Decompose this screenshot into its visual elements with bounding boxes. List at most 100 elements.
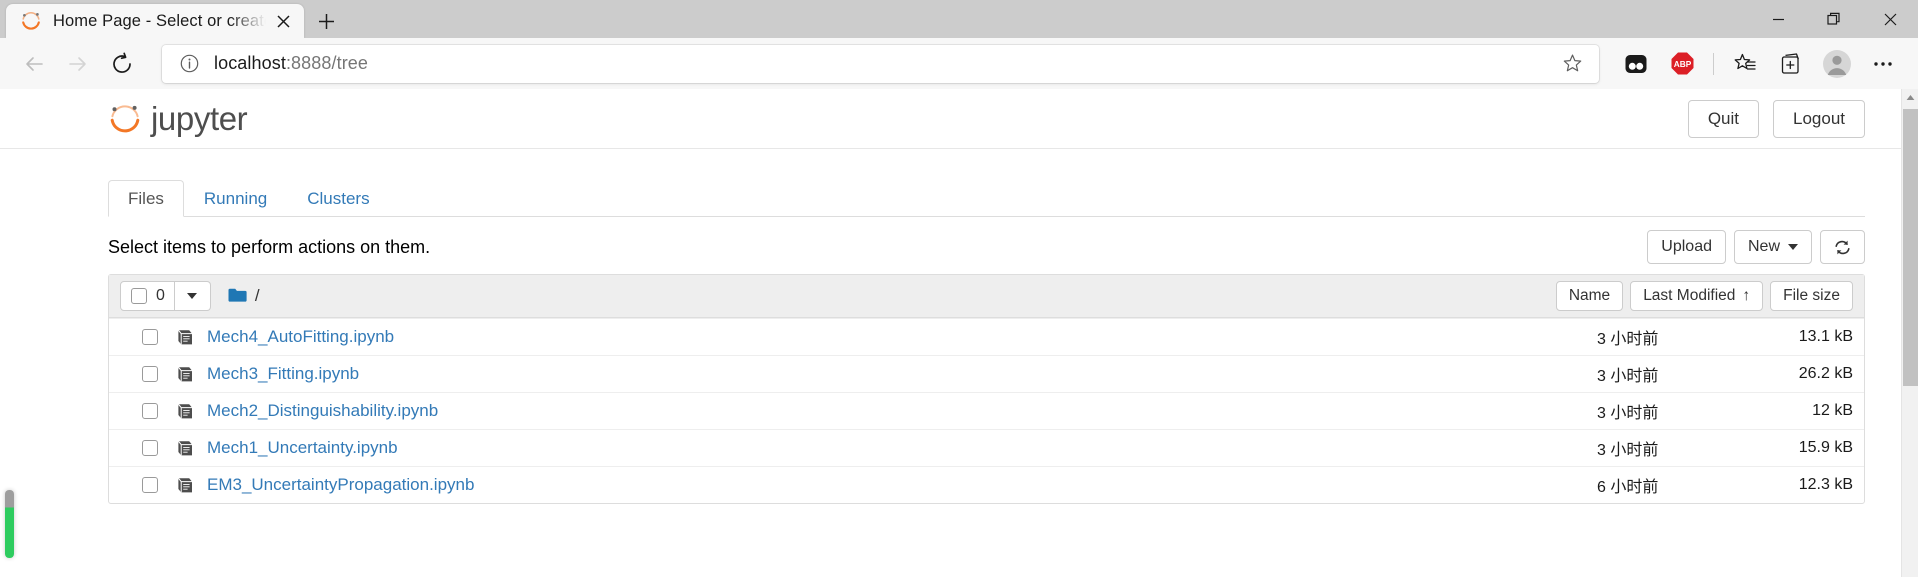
file-modified: 3 小时前	[1597, 442, 1659, 459]
url-text[interactable]: localhost:8888/tree	[202, 53, 1555, 74]
collections-icon[interactable]	[1771, 44, 1811, 84]
file-name-link[interactable]: Mech3_Fitting.ipynb	[207, 364, 359, 384]
jupyter-logo[interactable]: jupyter	[108, 99, 248, 138]
browser-window: Home Page - Select or create a n	[0, 0, 1918, 577]
refresh-button[interactable]	[1820, 230, 1865, 264]
favorites-list-icon[interactable]	[1725, 44, 1765, 84]
row-checkbox[interactable]	[142, 477, 158, 493]
row-checkbox[interactable]	[142, 329, 158, 345]
toolbar-divider	[1713, 52, 1714, 75]
svg-text:ABP: ABP	[1673, 59, 1691, 69]
sort-buttons: Name Last Modified ↑ File size	[1555, 281, 1853, 311]
browser-titlebar: Home Page - Select or create a n	[0, 0, 1918, 38]
close-window-button[interactable]	[1862, 0, 1918, 38]
sort-modified-label: Last Modified	[1643, 287, 1736, 304]
file-name-link[interactable]: Mech2_Distinguishability.ipynb	[207, 401, 438, 421]
url-path: :8888/tree	[285, 53, 369, 73]
file-name-link[interactable]: Mech1_Uncertainty.ipynb	[207, 438, 398, 458]
tab-close-icon[interactable]	[270, 8, 296, 34]
row-checkbox[interactable]	[142, 403, 158, 419]
action-hint-text: Select items to perform actions on them.	[108, 236, 431, 257]
logout-button[interactable]: Logout	[1773, 99, 1865, 138]
chevron-down-icon	[187, 293, 198, 299]
refresh-icon	[1835, 240, 1850, 254]
select-all-checkbox[interactable]	[131, 288, 147, 304]
jupyter-favicon-icon	[20, 10, 42, 32]
jupyter-logo-icon	[108, 102, 142, 136]
breadcrumb: /	[228, 286, 260, 306]
select-all-group: 0	[120, 281, 211, 311]
notebook-icon	[174, 366, 196, 383]
adblock-plus-icon[interactable]: ABP	[1662, 44, 1702, 84]
jupyter-logo-text: jupyter	[151, 99, 248, 137]
reload-button[interactable]	[100, 42, 144, 86]
address-bar[interactable]: localhost:8888/tree	[162, 44, 1599, 83]
progress-indicator	[5, 490, 14, 558]
file-size: 12 kB	[1812, 402, 1853, 419]
back-button[interactable]	[12, 42, 56, 86]
tab-clusters[interactable]: Clusters	[287, 180, 389, 217]
file-modified: 3 小时前	[1597, 405, 1659, 422]
jupyter-header-actions: Quit Logout	[1687, 99, 1865, 138]
extension-dark-icon[interactable]	[1616, 44, 1656, 84]
file-size: 13.1 kB	[1798, 328, 1853, 345]
chevron-down-icon	[1788, 244, 1798, 250]
table-row[interactable]: Mech4_AutoFitting.ipynb 3 小时前 13.1 kB	[109, 318, 1864, 355]
file-list-header: 0 / Name Last Modified ↑ File size	[109, 275, 1864, 318]
browser-toolbar: localhost:8888/tree ABP	[0, 38, 1918, 89]
more-options-icon[interactable]	[1863, 44, 1903, 84]
action-buttons: Upload New	[1647, 230, 1865, 264]
minimize-button[interactable]	[1750, 0, 1806, 38]
page-scrollbar[interactable]	[1901, 89, 1918, 577]
tab-files[interactable]: Files	[108, 180, 184, 217]
new-button-label: New	[1747, 238, 1780, 255]
notebook-icon	[174, 477, 196, 494]
file-modified: 6 小时前	[1597, 479, 1659, 496]
table-row[interactable]: EM3_UncertaintyPropagation.ipynb 6 小时前 1…	[109, 466, 1864, 503]
notebook-icon	[174, 329, 196, 346]
quit-button[interactable]: Quit	[1687, 99, 1759, 138]
site-info-icon[interactable]	[176, 54, 202, 73]
browser-tab[interactable]: Home Page - Select or create a n	[6, 4, 304, 38]
table-row[interactable]: Mech2_Distinguishability.ipynb 3 小时前 12 …	[109, 392, 1864, 429]
star-plus-icon[interactable]	[1555, 53, 1589, 74]
url-host: localhost	[214, 53, 286, 73]
jupyter-header: jupyter Quit Logout	[0, 89, 1918, 149]
notebook-icon	[174, 440, 196, 457]
file-size: 12.3 kB	[1798, 476, 1853, 493]
file-size: 15.9 kB	[1798, 439, 1853, 456]
folder-icon	[228, 288, 247, 302]
file-name-link[interactable]: EM3_UncertaintyPropagation.ipynb	[207, 475, 474, 495]
sort-ascending-arrow-icon: ↑	[1742, 287, 1751, 304]
sort-modified-button[interactable]: Last Modified ↑	[1630, 281, 1764, 311]
selected-count: 0	[156, 287, 165, 304]
notebook-icon	[174, 403, 196, 420]
sort-size-button[interactable]: File size	[1770, 281, 1853, 311]
page-viewport: jupyter Quit Logout Files Running Cluste…	[0, 89, 1918, 577]
table-row[interactable]: Mech3_Fitting.ipynb 3 小时前 26.2 kB	[109, 355, 1864, 392]
new-tab-button[interactable]	[306, 4, 346, 38]
file-modified: 3 小时前	[1597, 368, 1659, 385]
restore-button[interactable]	[1806, 0, 1862, 38]
tab-title: Home Page - Select or create a n	[53, 11, 268, 30]
breadcrumb-root[interactable]: /	[255, 286, 260, 306]
select-all-dropdown[interactable]	[174, 281, 211, 311]
row-checkbox[interactable]	[142, 366, 158, 382]
upload-button[interactable]: Upload	[1647, 230, 1726, 264]
select-all-cell[interactable]: 0	[120, 281, 175, 311]
file-list: 0 / Name Last Modified ↑ File size Mech4…	[108, 274, 1865, 504]
new-button[interactable]: New	[1733, 230, 1812, 264]
forward-button[interactable]	[56, 42, 100, 86]
jupyter-main: Files Running Clusters Select items to p…	[0, 176, 1918, 504]
table-row[interactable]: Mech1_Uncertainty.ipynb 3 小时前 15.9 kB	[109, 429, 1864, 466]
action-bar: Select items to perform actions on them.…	[108, 220, 1865, 274]
scroll-up-arrow-icon[interactable]	[1902, 89, 1918, 106]
tab-running[interactable]: Running	[184, 180, 287, 217]
row-checkbox[interactable]	[142, 440, 158, 456]
file-name-link[interactable]: Mech4_AutoFitting.ipynb	[207, 327, 394, 347]
window-controls	[1750, 0, 1918, 38]
scrollbar-thumb[interactable]	[1903, 109, 1918, 386]
file-modified: 3 小时前	[1597, 331, 1659, 348]
profile-avatar-icon[interactable]	[1817, 44, 1857, 84]
sort-name-button[interactable]: Name	[1555, 281, 1624, 311]
